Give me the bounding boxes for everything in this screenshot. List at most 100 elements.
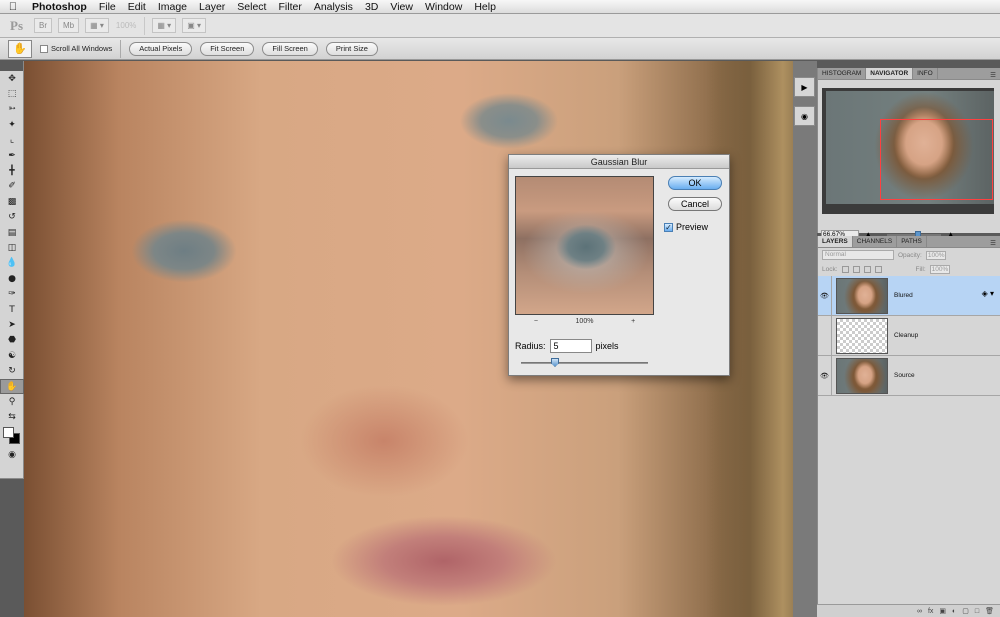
move-tool-icon[interactable]: ✥ (0, 71, 24, 86)
blur-preview-window[interactable] (515, 176, 654, 315)
blur-tool-icon[interactable]: 💧 (0, 256, 24, 271)
eye-icon[interactable]: 👁 (818, 275, 832, 316)
new-layer-icon[interactable]: □ (975, 608, 979, 615)
healing-brush-tool-icon[interactable]: ╋ (0, 163, 24, 178)
layer-name[interactable]: Cleanup (894, 332, 918, 339)
radius-slider[interactable] (521, 358, 648, 367)
pen-tool-icon[interactable]: ✑ (0, 286, 24, 301)
menu-3d[interactable]: 3D (359, 1, 384, 13)
path-selection-tool-icon[interactable]: ➤ (0, 317, 24, 332)
trash-icon[interactable]: 🗑 (985, 607, 994, 615)
tab-channels[interactable]: CHANNELS (853, 236, 898, 247)
layer-row-source[interactable]: 👁 Source (818, 355, 1000, 396)
menu-edit[interactable]: Edit (122, 1, 152, 13)
zoom-tool-icon[interactable]: ⚲ (0, 394, 24, 409)
layer-thumbnail[interactable] (836, 317, 888, 354)
layer-name[interactable]: Blured (894, 292, 913, 299)
scroll-all-windows-checkbox[interactable]: Scroll All Windows (40, 44, 112, 53)
menu-help[interactable]: Help (468, 1, 502, 13)
tab-navigator[interactable]: NAVIGATOR (866, 68, 914, 79)
3d-orbit-tool-icon[interactable]: ↻ (0, 363, 24, 378)
menu-window[interactable]: Window (419, 1, 468, 13)
panel-menu-icon[interactable]: ☰ (990, 71, 1000, 79)
smart-filter-icon[interactable]: ◈ ▾ (982, 289, 994, 298)
masks-panel-icon[interactable]: ◉ (794, 106, 815, 126)
panel-grip[interactable] (0, 61, 23, 71)
zoom-level-select[interactable]: 100% (112, 21, 140, 30)
group-icon[interactable]: ▢ (962, 607, 969, 615)
navigator-view[interactable] (822, 88, 994, 214)
view-extras-button[interactable]: ▦ ▾ (85, 18, 109, 33)
shape-tool-icon[interactable]: ⬣ (0, 333, 24, 348)
menu-filter[interactable]: Filter (272, 1, 307, 13)
layer-thumbnail[interactable] (836, 357, 888, 394)
fill-screen-button[interactable]: Fill Screen (262, 41, 318, 56)
marquee-tool-icon[interactable]: ⬚ (0, 86, 24, 101)
radius-input[interactable]: 5 (549, 339, 592, 353)
layer-thumbnail[interactable] (836, 277, 888, 314)
arrange-documents-button[interactable]: ▦ ▾ (152, 18, 177, 33)
actual-pixels-button[interactable]: Actual Pixels (129, 41, 193, 56)
quick-mask-icon[interactable]: ◉ (0, 447, 24, 462)
dialog-title[interactable]: Gaussian Blur (509, 155, 729, 169)
link-layers-icon[interactable]: ∞ (917, 608, 922, 615)
navigator-view-box[interactable] (880, 119, 993, 200)
eyedropper-tool-icon[interactable]: ✒ (0, 148, 24, 163)
checkbox-box[interactable] (40, 44, 48, 53)
foreground-color-swatch[interactable] (3, 426, 14, 438)
quick-selection-tool-icon[interactable]: ✦ (0, 117, 24, 132)
dodge-tool-icon[interactable]: ● (0, 271, 24, 286)
lock-image-icon[interactable] (852, 265, 860, 273)
3d-rotate-tool-icon[interactable]: ☯ (0, 348, 24, 363)
lasso-tool-icon[interactable]: ➳ (0, 102, 24, 117)
print-size-button[interactable]: Print Size (325, 41, 378, 56)
menu-image[interactable]: Image (152, 1, 193, 13)
crop-tool-icon[interactable]: ⌞ (0, 133, 24, 148)
tab-histogram[interactable]: HISTOGRAM (818, 68, 867, 79)
menu-layer[interactable]: Layer (193, 1, 231, 13)
bridge-button[interactable]: Br (34, 18, 52, 33)
panel-menu-icon[interactable]: ☰ (990, 239, 1000, 247)
checkmark-icon[interactable]: ✓ (664, 222, 673, 232)
type-tool-icon[interactable]: T (0, 302, 24, 317)
brush-tool-icon[interactable]: ✐ (0, 179, 24, 194)
clone-stamp-tool-icon[interactable]: ▩ (0, 194, 24, 209)
radius-slider-thumb[interactable] (551, 358, 559, 367)
menu-select[interactable]: Select (231, 1, 272, 13)
adjustment-layer-icon[interactable]: ◐ (952, 608, 956, 615)
zoom-in-button[interactable]: + (631, 318, 635, 325)
hand-tool-preset-icon[interactable]: ✋ (8, 39, 32, 58)
blend-mode-select[interactable]: Normal (822, 250, 894, 260)
fit-screen-button[interactable]: Fit Screen (200, 41, 255, 56)
default-colors-icon[interactable]: ⇆ (0, 410, 24, 425)
minibridge-button[interactable]: Mb (58, 18, 80, 33)
menu-analysis[interactable]: Analysis (308, 1, 359, 13)
paint-bucket-tool-icon[interactable]: ◫ (0, 240, 24, 255)
cancel-button[interactable]: Cancel (668, 197, 722, 211)
fill-input[interactable]: 100% (929, 264, 950, 274)
lock-position-icon[interactable] (863, 265, 871, 273)
menu-file[interactable]: File (93, 1, 122, 13)
menu-view[interactable]: View (384, 1, 419, 13)
lock-transparent-icon[interactable] (841, 265, 849, 273)
tab-info[interactable]: INFO (913, 68, 938, 79)
eye-hidden-icon[interactable] (818, 315, 832, 356)
layer-row-cleanup[interactable]: Cleanup (818, 315, 1000, 356)
history-brush-tool-icon[interactable]: ↺ (0, 210, 24, 225)
layer-row-blured[interactable]: 👁 Blured ◈ ▾ (818, 275, 1000, 316)
app-menu[interactable]: Photoshop (26, 1, 93, 13)
add-mask-icon[interactable]: ▣ (939, 607, 946, 615)
apple-icon[interactable]:  (0, 1, 26, 13)
eye-icon[interactable]: 👁 (818, 355, 832, 396)
tab-layers[interactable]: LAYERS (818, 236, 853, 247)
hand-tool-icon[interactable]: ✋ (0, 378, 24, 395)
fx-icon[interactable]: fx (928, 608, 933, 615)
tab-paths[interactable]: PATHS (897, 236, 927, 247)
actions-panel-icon[interactable]: ▶ (794, 77, 815, 97)
zoom-out-button[interactable]: − (534, 318, 538, 325)
eraser-tool-icon[interactable]: ▤ (0, 225, 24, 240)
opacity-input[interactable]: 100% (925, 250, 946, 260)
lock-all-icon[interactable] (874, 265, 882, 273)
layer-name[interactable]: Source (894, 372, 915, 379)
ok-button[interactable]: OK (668, 176, 722, 190)
